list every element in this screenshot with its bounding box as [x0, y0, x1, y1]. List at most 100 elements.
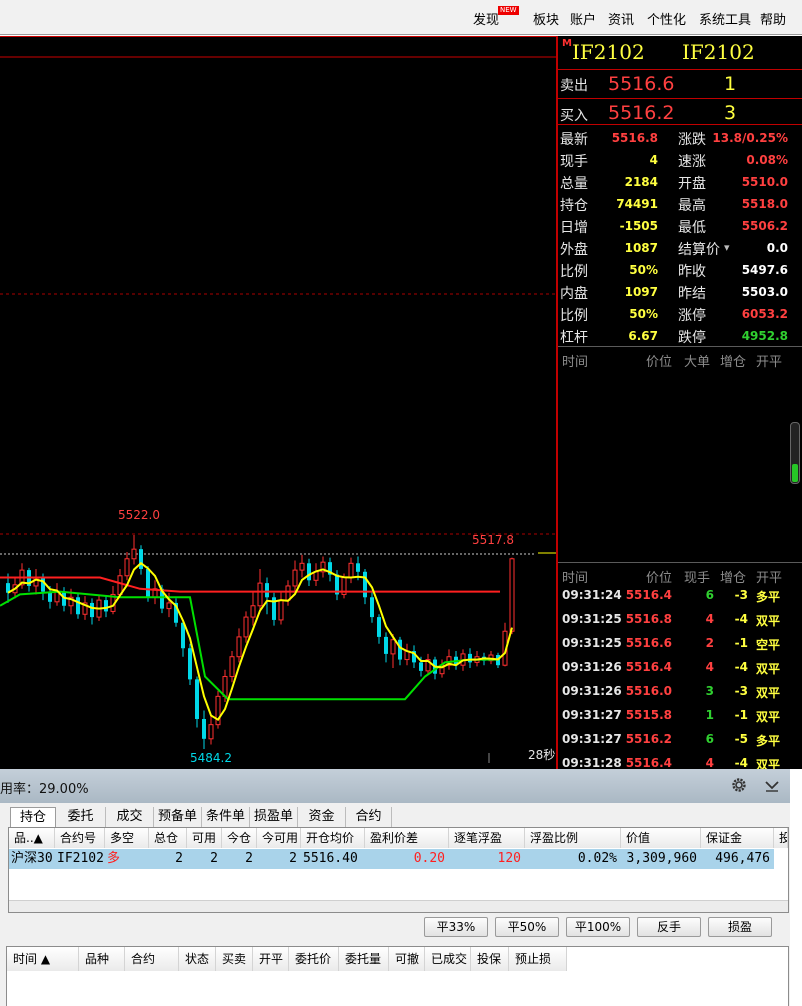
column-header[interactable]: 投 — [774, 828, 788, 848]
tab-contracts[interactable]: 合约 — [346, 807, 392, 827]
countdown-label: 28秒 — [528, 748, 555, 762]
column-header[interactable]: 盈利价差 — [365, 828, 449, 848]
tick-oi-change: -3 — [734, 588, 748, 602]
candle-body — [188, 648, 192, 680]
column-header[interactable]: 保证金 — [701, 828, 774, 848]
settlement-dropdown-icon[interactable]: ▾ — [724, 241, 730, 254]
divider — [558, 562, 802, 563]
close-33-button[interactable]: 平33% — [424, 917, 488, 937]
scrollbar-thumb[interactable] — [792, 464, 798, 482]
candle-body — [307, 563, 311, 581]
tab-conditional[interactable]: 条件单 — [202, 807, 250, 827]
column-header[interactable]: 预止损 — [509, 947, 567, 971]
column-header[interactable]: 时间 ▲ — [7, 947, 79, 971]
horizontal-scrollbar[interactable] — [9, 900, 788, 912]
quote-scrollbar[interactable] — [790, 422, 800, 484]
menu-help[interactable]: 帮助 — [760, 9, 786, 28]
tick-type: 多平 — [756, 734, 781, 748]
reverse-button[interactable]: 反手 — [637, 917, 701, 937]
tick-oi-change: -4 — [734, 660, 748, 674]
column-header[interactable]: 开平 — [253, 947, 289, 971]
stat-value: 74491 — [616, 197, 658, 211]
tab-preorders[interactable]: 预备单 — [154, 807, 202, 827]
tick-time: 09:31:27 — [562, 708, 622, 722]
orders-table[interactable]: 时间 ▲ 品种 合约 状态 买卖 开平 委托价 委托量 可撤 已成交 投保 预止损 — [6, 946, 789, 1006]
table-cell: 0.02% — [577, 851, 617, 866]
tick-time: 09:31:25 — [562, 636, 622, 650]
tick-type: 双平 — [756, 710, 781, 724]
column-header[interactable]: 逐笔浮盈 — [449, 828, 525, 848]
column-header[interactable]: 可撤 — [389, 947, 425, 971]
stat-value: 5506.2 — [741, 219, 788, 233]
column-header[interactable]: 合约号 — [55, 828, 105, 848]
stat-value: 5516.8 — [611, 131, 658, 145]
tick-type: 双平 — [756, 758, 781, 769]
menu-account[interactable]: 账户 — [570, 9, 596, 28]
ask-price[interactable]: 5516.6 — [608, 73, 674, 95]
menu-personalize[interactable]: 个性化 — [647, 9, 686, 28]
column-header[interactable]: 浮盈比例 — [525, 828, 621, 848]
stat-label: 杠杆 — [560, 330, 588, 346]
stat-value: 0.08% — [746, 153, 788, 167]
stat-label: 比例 — [560, 264, 588, 280]
column-header[interactable]: 买卖 — [216, 947, 253, 971]
column-header[interactable]: 多空 — [105, 828, 149, 848]
stat-label: 涨停 — [678, 308, 706, 324]
menu-system-tools[interactable]: 系统工具 — [699, 9, 751, 28]
tick-type: 空平 — [756, 638, 781, 652]
table-row[interactable]: 沪深30 IF2102 多 2 2 2 2 5516.40 0.20 120 0.02% 3,309,… — [9, 849, 774, 869]
column-header[interactable]: 合约 — [125, 947, 179, 971]
tick-price: 5515.8 — [625, 708, 672, 722]
stat-label: 现手 — [560, 154, 588, 170]
tab-trades[interactable]: 成交 — [106, 807, 154, 827]
kline-chart[interactable]: 5522.0 5484.2 5517.8 28秒 — [0, 36, 556, 769]
column-header[interactable]: 今仓 — [222, 828, 257, 848]
menu-news[interactable]: 资讯 — [608, 9, 634, 28]
column-header[interactable]: 品种 — [79, 947, 125, 971]
tab-positions[interactable]: 持仓 — [10, 807, 56, 827]
column-header[interactable]: 已成交 — [425, 947, 471, 971]
menu-discover[interactable]: 发现 — [473, 9, 499, 28]
low-label: 5484.2 — [190, 751, 232, 765]
column-header[interactable]: 价值 — [621, 828, 701, 848]
stop-profit-button[interactable]: 损盈 — [708, 917, 772, 937]
column-header[interactable]: 今可用 — [257, 828, 301, 848]
table-cell: 沪深30 — [11, 851, 53, 866]
column-header[interactable]: 总仓 — [149, 828, 187, 848]
column-header[interactable]: 委托量 — [339, 947, 389, 971]
divider — [558, 346, 802, 347]
column-header[interactable]: 状态 — [179, 947, 216, 971]
table-cell: IF2102 — [57, 851, 104, 866]
positions-table[interactable]: 品..▲合约号多空总仓可用今仓今可用开仓均价盈利价差逐笔浮盈浮盈比例价值保证金投… — [8, 827, 789, 913]
column-header[interactable]: 品..▲ — [9, 828, 55, 848]
tab-stop-profit[interactable]: 损盈单 — [250, 807, 298, 827]
settings-gear-icon[interactable] — [728, 774, 750, 796]
column-header[interactable]: 委托价 — [289, 947, 339, 971]
stat-value: 5497.6 — [741, 263, 788, 277]
tick-oi-change: -1 — [734, 636, 748, 650]
candle-body — [166, 602, 172, 610]
candle-body — [236, 636, 242, 658]
candle-body — [468, 653, 472, 663]
close-100-button[interactable]: 平100% — [566, 917, 630, 937]
stat-value: 50% — [629, 307, 658, 321]
tab-orders[interactable]: 委托 — [56, 807, 106, 827]
stat-label: 日增 — [560, 220, 588, 236]
collapse-chevron-icon[interactable] — [762, 775, 782, 795]
bid-label: 买入 — [560, 108, 588, 124]
tick-volume: 6 — [705, 588, 714, 602]
column-header[interactable]: 可用 — [187, 828, 222, 848]
stat-value: 5503.0 — [741, 285, 788, 299]
close-50-button[interactable]: 平50% — [495, 917, 559, 937]
candle-body — [398, 639, 402, 660]
tick-price: 5516.0 — [625, 684, 672, 698]
column-header[interactable]: 开仓均价 — [301, 828, 365, 848]
bid-price[interactable]: 5516.2 — [608, 102, 674, 124]
tick-volume: 4 — [705, 756, 714, 769]
column-header[interactable]: 投保 — [471, 947, 509, 971]
tab-funds[interactable]: 资金 — [298, 807, 346, 827]
candle-body — [509, 558, 515, 632]
menu-sectors[interactable]: 板块 — [533, 9, 559, 28]
stat-label: 涨跌 — [678, 132, 706, 148]
stat-label: 持仓 — [560, 198, 588, 214]
